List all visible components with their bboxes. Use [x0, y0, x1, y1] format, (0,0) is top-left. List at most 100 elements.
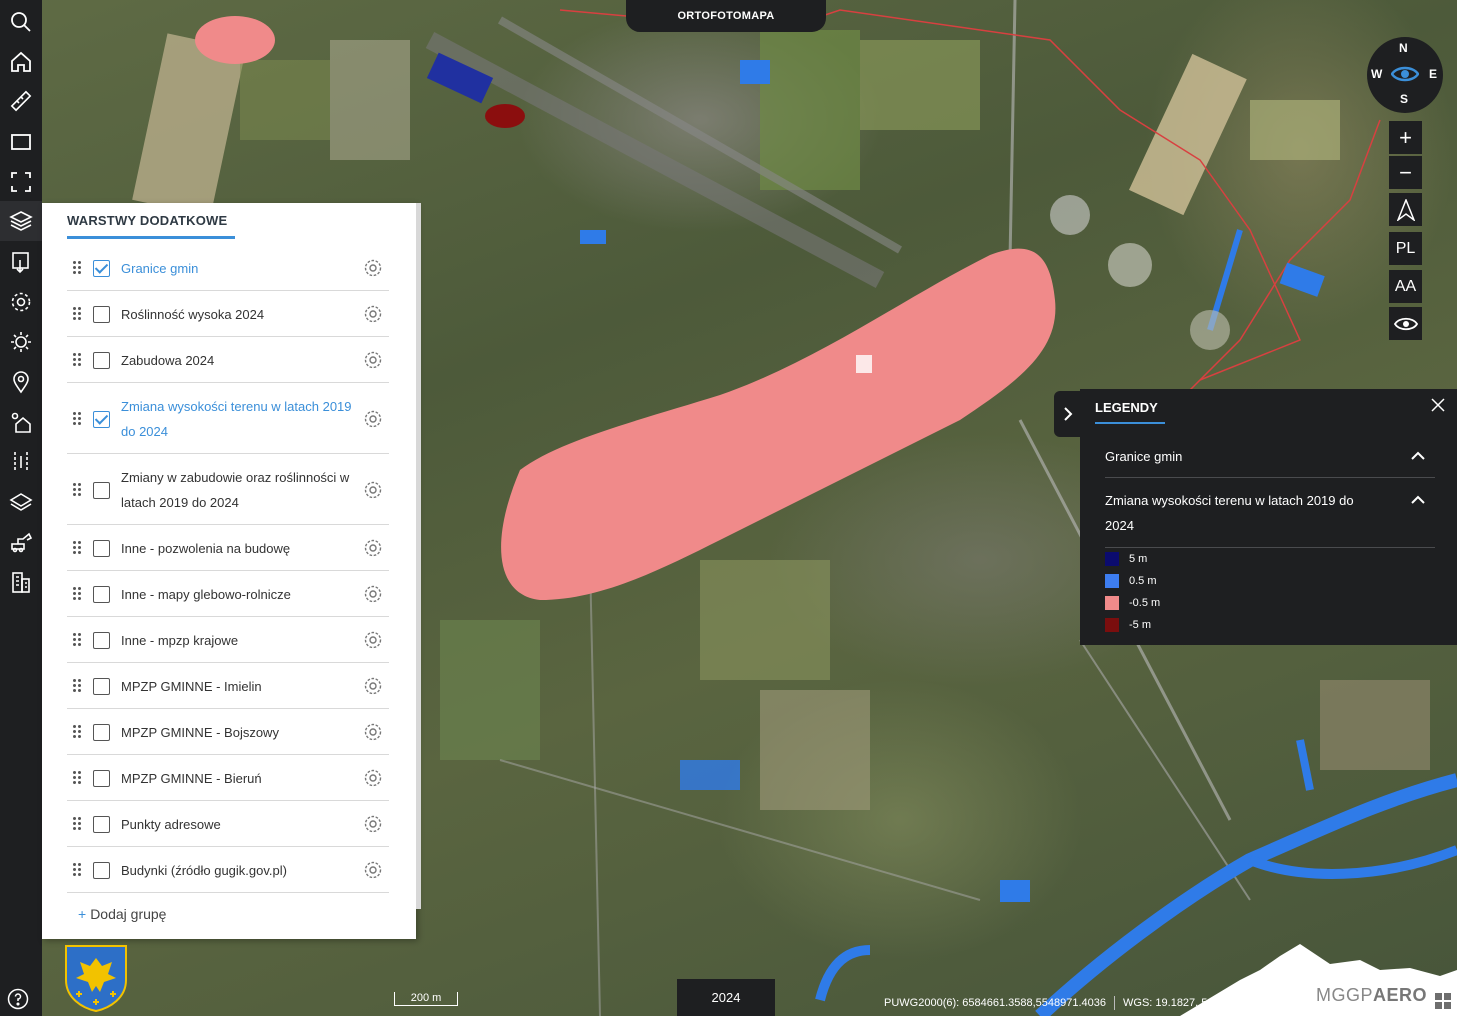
- chevron-up-icon[interactable]: [1410, 492, 1426, 508]
- gear-icon[interactable]: [363, 409, 383, 429]
- layer-row[interactable]: Zmiany w zabudowie oraz roślinności w la…: [67, 454, 389, 525]
- layers-icon[interactable]: [0, 201, 42, 241]
- fullscreen-icon[interactable]: [0, 162, 42, 202]
- export-icon[interactable]: [0, 242, 42, 282]
- layer-checkbox[interactable]: [93, 260, 110, 277]
- drag-handle-icon[interactable]: [73, 725, 81, 739]
- layer-label[interactable]: Zmiana wysokości terenu w latach 2019 do…: [121, 394, 357, 444]
- gear-icon[interactable]: [363, 258, 383, 278]
- layer-label[interactable]: Punkty adresowe: [121, 812, 357, 837]
- gear-icon[interactable]: [363, 584, 383, 604]
- layer-checkbox[interactable]: [93, 632, 110, 649]
- chevron-up-icon[interactable]: [1410, 448, 1426, 464]
- gear-icon[interactable]: [363, 768, 383, 788]
- layer-checkbox[interactable]: [93, 724, 110, 741]
- drag-handle-icon[interactable]: [73, 307, 81, 321]
- excavator-icon[interactable]: [0, 522, 42, 562]
- 3d-layers-icon[interactable]: [0, 482, 42, 522]
- legend-collapse-button[interactable]: [1054, 391, 1082, 437]
- layer-label[interactable]: MPZP GMINNE - Bojszowy: [121, 720, 357, 745]
- layer-row[interactable]: Zabudowa 2024: [67, 337, 389, 383]
- gear-icon[interactable]: [363, 676, 383, 696]
- gear-icon[interactable]: [363, 722, 383, 742]
- layer-row[interactable]: MPZP GMINNE - Bieruń: [67, 755, 389, 801]
- layer-checkbox[interactable]: [93, 862, 110, 879]
- close-icon[interactable]: [1430, 397, 1446, 413]
- drag-handle-icon[interactable]: [73, 587, 81, 601]
- layer-row[interactable]: MPZP GMINNE - Imielin: [67, 663, 389, 709]
- layer-label[interactable]: Zabudowa 2024: [121, 348, 357, 373]
- gear-icon[interactable]: [363, 480, 383, 500]
- layer-label[interactable]: Granice gmin: [121, 256, 357, 281]
- layer-label[interactable]: Inne - pozwolenia na budowę: [121, 536, 357, 561]
- buildings-icon[interactable]: [0, 562, 42, 602]
- rectangle-select-icon[interactable]: [0, 122, 42, 162]
- layer-checkbox[interactable]: [93, 306, 110, 323]
- layer-row[interactable]: Roślinność wysoka 2024: [67, 291, 389, 337]
- settings-icon[interactable]: [0, 282, 42, 322]
- drag-handle-icon[interactable]: [73, 771, 81, 785]
- visibility-button[interactable]: [1389, 307, 1422, 340]
- layer-label[interactable]: Zmiany w zabudowie oraz roślinności w la…: [121, 465, 357, 515]
- layer-checkbox[interactable]: [93, 770, 110, 787]
- language-button[interactable]: PL: [1389, 232, 1422, 265]
- ruler-icon[interactable]: [0, 81, 42, 121]
- layer-row[interactable]: MPZP GMINNE - Bojszowy: [67, 709, 389, 755]
- gear-icon[interactable]: [363, 630, 383, 650]
- layer-label[interactable]: Budynki (źródło gugik.gov.pl): [121, 858, 357, 883]
- brightness-icon[interactable]: [0, 322, 42, 362]
- layer-row[interactable]: Inne - mapy glebowo-rolnicze: [67, 571, 389, 617]
- help-icon[interactable]: [7, 988, 29, 1010]
- drag-handle-icon[interactable]: [73, 633, 81, 647]
- layer-label[interactable]: Inne - mpzp krajowe: [121, 628, 357, 653]
- zoom-out-button[interactable]: −: [1389, 156, 1422, 189]
- layer-row[interactable]: Punkty adresowe: [67, 801, 389, 847]
- legend-group-height-change[interactable]: Zmiana wysokości terenu w latach 2019 do…: [1105, 488, 1375, 538]
- drag-handle-icon[interactable]: [73, 482, 81, 497]
- legend-group-granice[interactable]: Granice gmin: [1105, 444, 1435, 469]
- drag-handle-icon[interactable]: [73, 353, 81, 367]
- gear-icon[interactable]: [363, 304, 383, 324]
- gear-icon[interactable]: [363, 860, 383, 880]
- gear-icon[interactable]: [363, 350, 383, 370]
- split-view-icon[interactable]: [0, 442, 42, 482]
- add-group-button[interactable]: + Dodaj grupę: [78, 906, 166, 922]
- layer-row[interactable]: Inne - mpzp krajowe: [67, 617, 389, 663]
- gear-icon[interactable]: [363, 538, 383, 558]
- layer-checkbox[interactable]: [93, 586, 110, 603]
- drag-handle-icon[interactable]: [73, 411, 81, 426]
- north-arrow-button[interactable]: [1389, 193, 1422, 226]
- drag-handle-icon[interactable]: [73, 817, 81, 831]
- wgs-coordinates: WGS: 19.1827, 50.0709: [1123, 997, 1242, 1009]
- layer-row[interactable]: Inne - pozwolenia na budowę: [67, 525, 389, 571]
- layer-label[interactable]: Roślinność wysoka 2024: [121, 302, 357, 327]
- font-size-button[interactable]: AA: [1389, 270, 1422, 303]
- layer-checkbox[interactable]: [93, 481, 110, 499]
- search-icon[interactable]: [0, 2, 42, 42]
- home-icon[interactable]: [0, 42, 42, 82]
- layer-checkbox[interactable]: [93, 678, 110, 695]
- year-selector[interactable]: 2024: [677, 979, 775, 1016]
- drag-handle-icon[interactable]: [73, 863, 81, 877]
- brand-suffix: AERO: [1373, 985, 1428, 1005]
- basemap-tab[interactable]: ORTOFOTOMAPA: [626, 0, 826, 32]
- layer-label[interactable]: MPZP GMINNE - Imielin: [121, 674, 357, 699]
- layer-row[interactable]: Budynki (źródło gugik.gov.pl): [67, 847, 389, 893]
- layer-checkbox[interactable]: [93, 410, 110, 428]
- drag-handle-icon[interactable]: [73, 541, 81, 555]
- layer-checkbox[interactable]: [93, 816, 110, 833]
- layer-label[interactable]: Inne - mapy glebowo-rolnicze: [121, 582, 357, 607]
- layer-label[interactable]: MPZP GMINNE - Bieruń: [121, 766, 357, 791]
- location-pin-icon[interactable]: [0, 362, 42, 402]
- layer-row[interactable]: Zmiana wysokości terenu w latach 2019 do…: [67, 383, 389, 454]
- layer-checkbox[interactable]: [93, 352, 110, 369]
- drag-handle-icon[interactable]: [73, 679, 81, 693]
- drag-handle-icon[interactable]: [73, 261, 81, 275]
- layer-checkbox[interactable]: [93, 540, 110, 557]
- layer-row[interactable]: Granice gmin: [67, 245, 389, 291]
- layers-scrollbar[interactable]: [416, 203, 421, 909]
- gear-icon[interactable]: [363, 814, 383, 834]
- house-settings-icon[interactable]: [0, 402, 42, 442]
- zoom-in-button[interactable]: +: [1389, 121, 1422, 154]
- compass[interactable]: N S E W: [1367, 37, 1443, 113]
